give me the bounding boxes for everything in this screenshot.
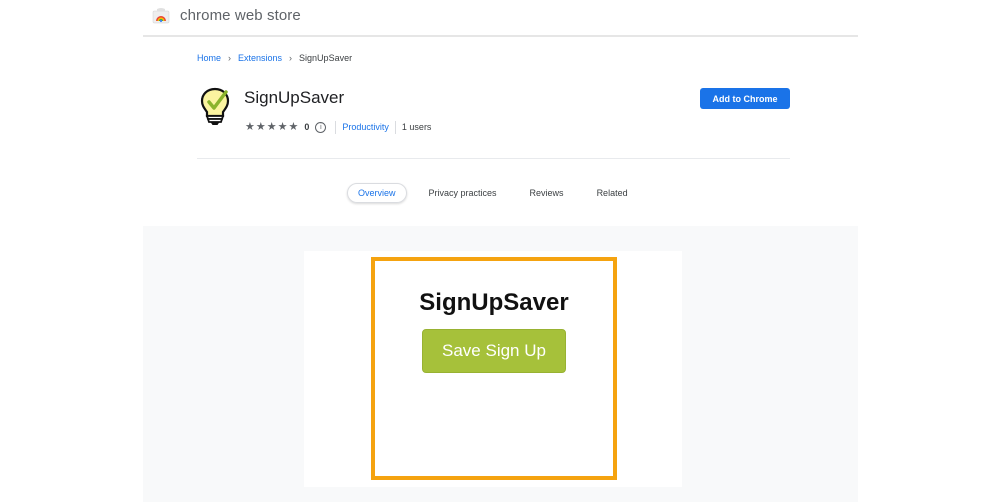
tab-bar: Overview Privacy practices Reviews Relat… [347, 183, 628, 203]
top-bar-divider [143, 35, 858, 37]
rating-count: 0 [304, 122, 310, 132]
store-title[interactable]: chrome web store [180, 7, 301, 24]
tab-reviews[interactable]: Reviews [530, 183, 564, 203]
lightbulb-check-icon [200, 87, 230, 125]
breadcrumb-extensions[interactable]: Extensions [238, 53, 282, 63]
star-icon: ★ [288, 120, 299, 133]
star-icon: ★ [255, 120, 266, 133]
user-count: 1 users [401, 122, 432, 132]
breadcrumb-home[interactable]: Home [197, 53, 221, 63]
extension-title: SignUpSaver [244, 88, 345, 107]
divider [394, 120, 396, 134]
save-sign-up-button[interactable]: Save Sign Up [422, 329, 566, 373]
chevron-right-icon: › [228, 53, 232, 63]
top-bar: chrome web store [0, 0, 1000, 37]
tab-privacy-practices[interactable]: Privacy practices [429, 183, 497, 203]
info-icon[interactable]: i [315, 121, 327, 133]
category-link[interactable]: Productivity [342, 122, 389, 132]
extension-meta: ★ ★ ★ ★ ★ 0 i Productivity 1 users [245, 120, 431, 134]
rating-stars: ★ ★ ★ ★ ★ [245, 120, 299, 133]
chevron-right-icon: › [289, 53, 293, 63]
chrome-web-store-icon[interactable] [152, 8, 170, 24]
popup-preview: SignUpSaver Save Sign Up [371, 257, 617, 480]
star-icon: ★ [245, 120, 255, 133]
breadcrumb-current: SignUpSaver [299, 53, 353, 63]
header-divider [197, 158, 790, 159]
tab-related[interactable]: Related [597, 183, 628, 203]
star-icon: ★ [266, 120, 277, 133]
divider [335, 120, 337, 134]
add-to-chrome-button[interactable]: Add to Chrome [700, 88, 790, 109]
tab-overview[interactable]: Overview [347, 183, 407, 203]
star-icon: ★ [277, 120, 288, 133]
popup-title: SignUpSaver [419, 289, 569, 316]
breadcrumb: Home › Extensions › SignUpSaver [197, 53, 352, 63]
